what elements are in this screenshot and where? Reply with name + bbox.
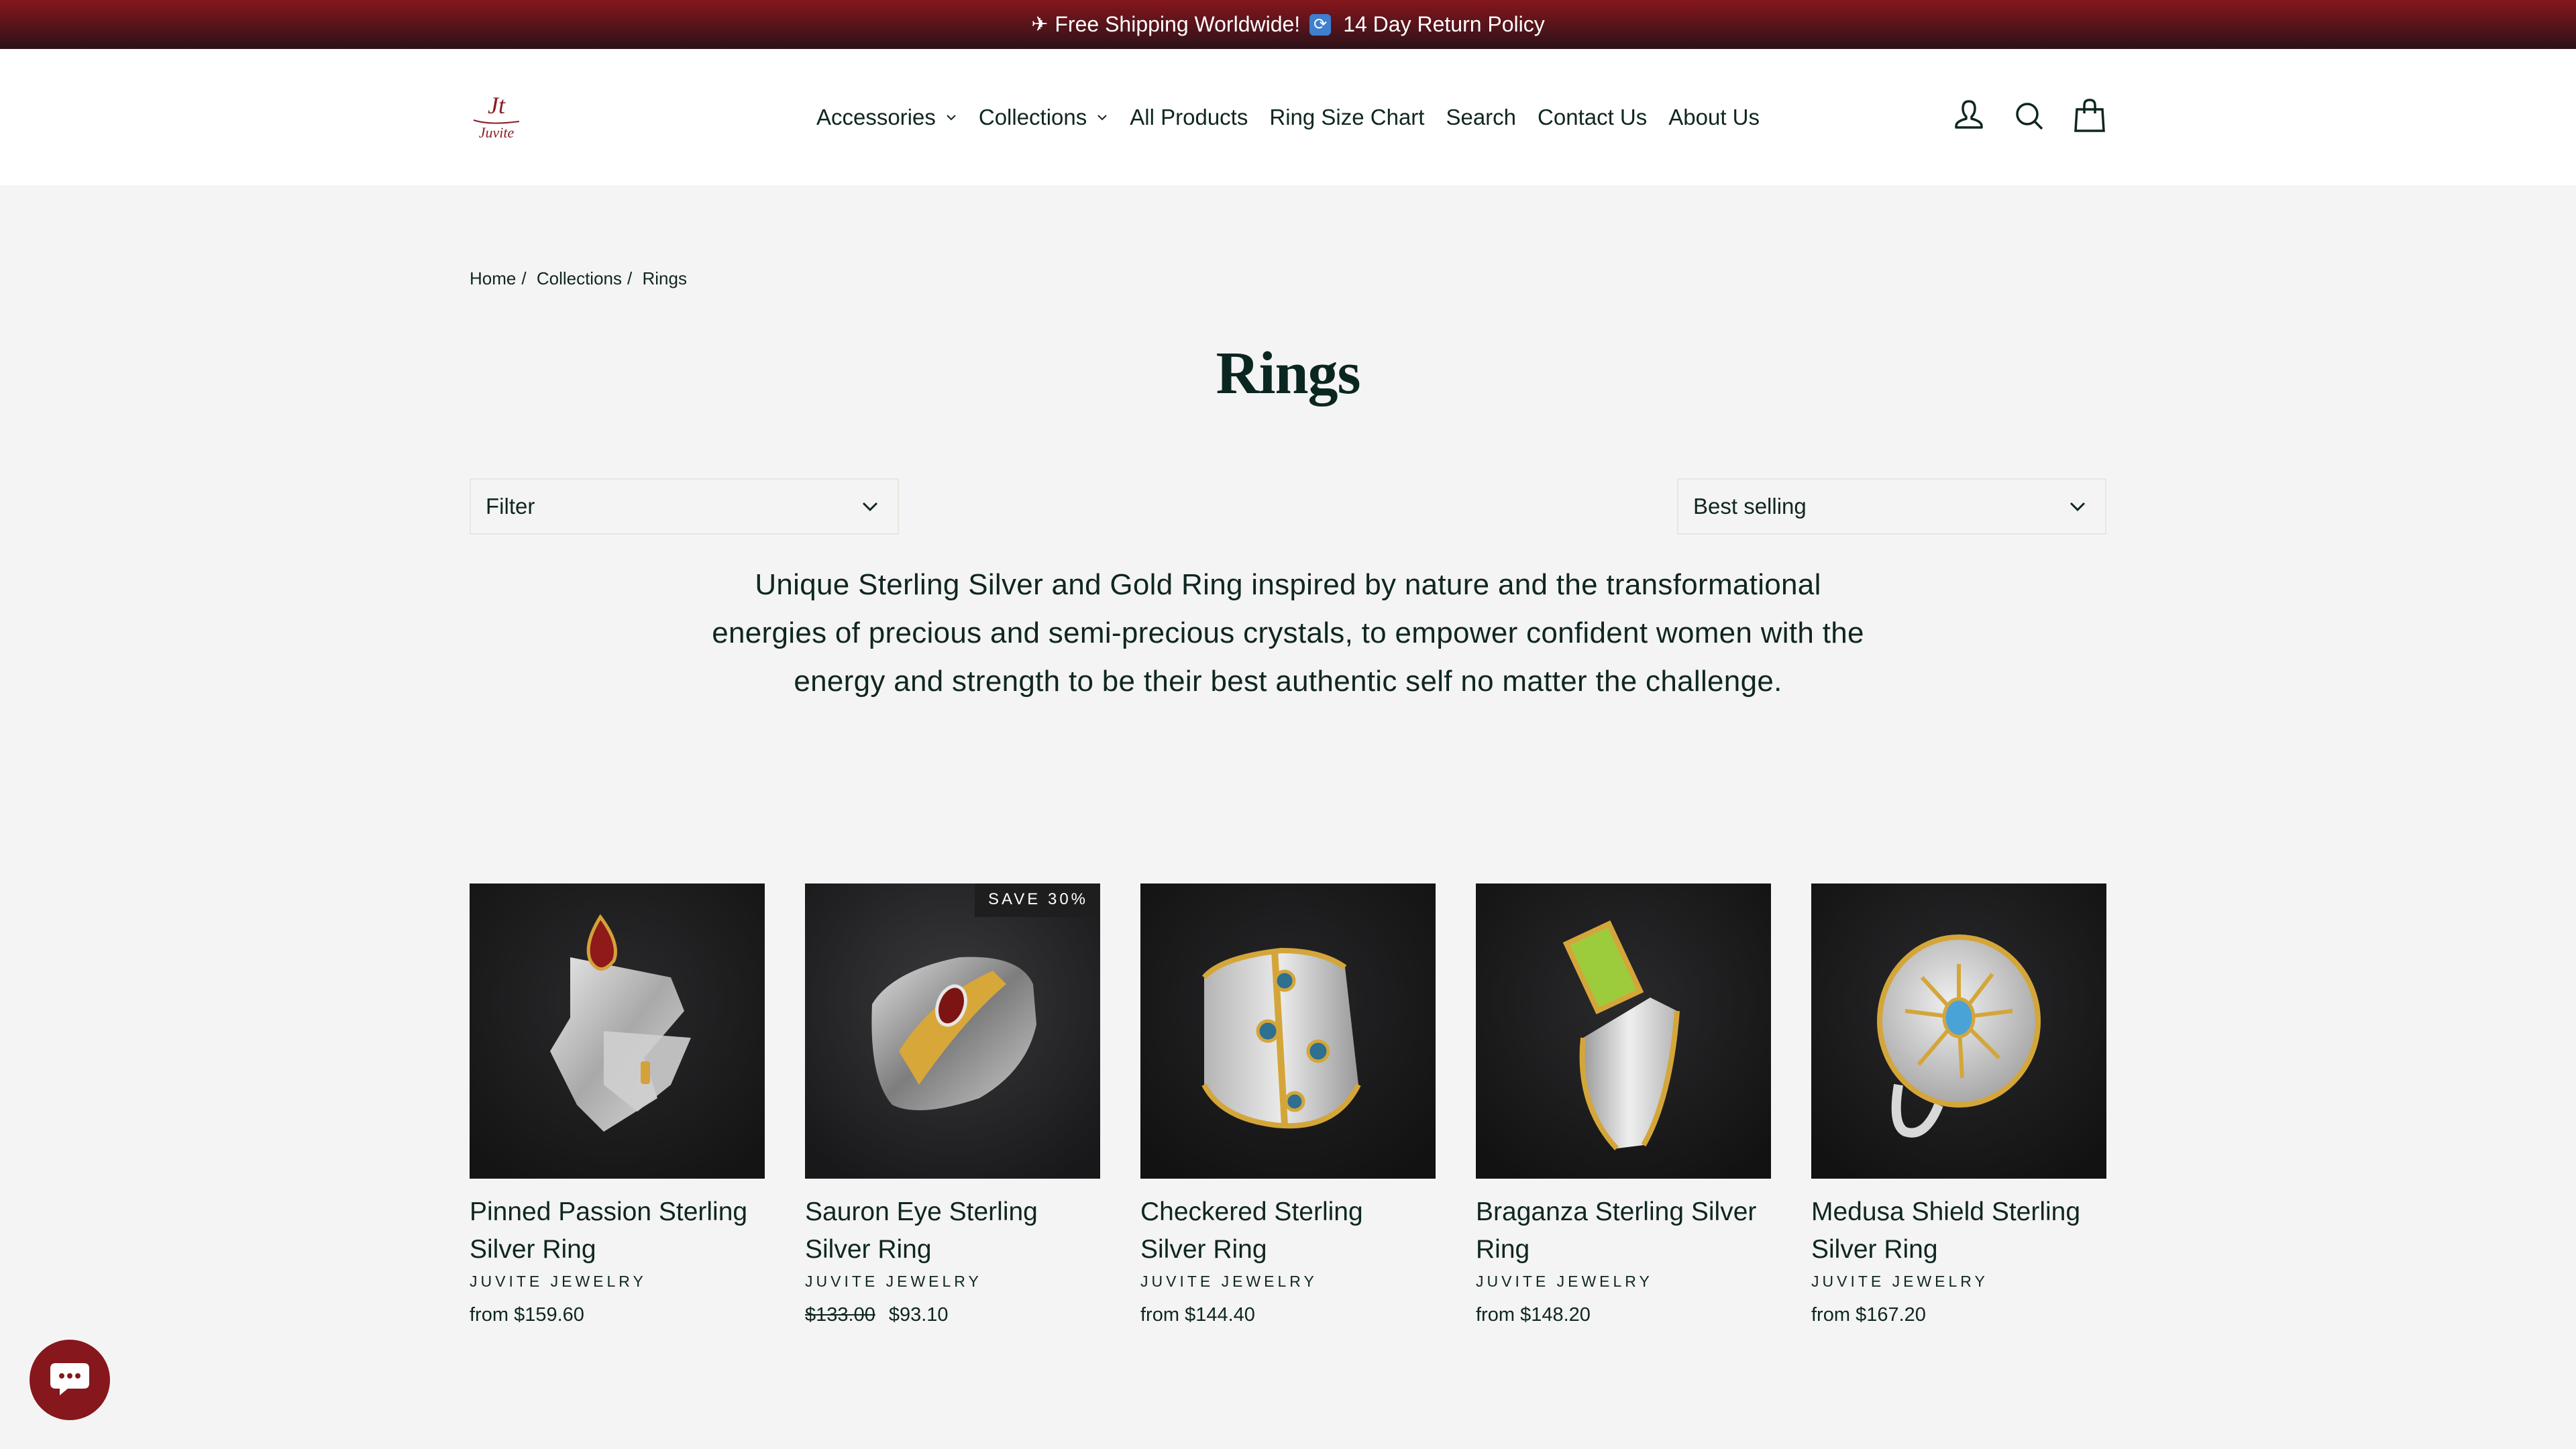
nav-label: Accessories: [816, 104, 936, 129]
chevron-down-icon: [1097, 114, 1107, 120]
breadcrumb-home[interactable]: Home: [470, 268, 516, 288]
account-icon[interactable]: [1952, 97, 1986, 135]
product-price: $133.00 $93.10: [805, 1304, 1100, 1326]
announcement-bar: ✈ Free Shipping Worldwide! ⟳ 14 Day Retu…: [0, 0, 2576, 49]
product-vendor: JUVITE JEWELRY: [1476, 1273, 1653, 1290]
chevron-down-icon: [947, 114, 956, 120]
breadcrumb: Home / Collections / Rings: [470, 268, 692, 289]
nav-ring-size-chart[interactable]: Ring Size Chart: [1269, 105, 1424, 130]
product-title[interactable]: Braganza Sterling Silver Ring: [1476, 1193, 1771, 1269]
product-card[interactable]: Medusa Shield Sterling Silver Ring JUVIT…: [1811, 883, 2106, 1326]
breadcrumb-current: Rings: [642, 268, 687, 288]
nav-all-products[interactable]: All Products: [1130, 105, 1248, 130]
filter-label: Filter: [486, 494, 535, 519]
product-image[interactable]: [1140, 883, 1436, 1179]
nav-accessories[interactable]: Accessories: [816, 105, 957, 130]
product-card[interactable]: Pinned Passion Sterling Silver Ring JUVI…: [470, 883, 765, 1326]
chevron-down-icon: [2070, 502, 2086, 512]
shipping-text: Free Shipping Worldwide!: [1055, 12, 1301, 36]
product-image[interactable]: [1476, 883, 1771, 1179]
nav-label: Contact Us: [1538, 104, 1648, 129]
price-prefix: from: [1811, 1304, 1850, 1326]
product-vendor: JUVITE JEWELRY: [1140, 1273, 1318, 1290]
price-value: $167.20: [1856, 1304, 1926, 1326]
price-value: $159.60: [514, 1304, 584, 1326]
product-price: from $148.20: [1476, 1304, 1771, 1326]
price-value: $93.10: [888, 1304, 949, 1326]
product-price: from $167.20: [1811, 1304, 2106, 1326]
filter-dropdown[interactable]: Filter: [470, 478, 899, 535]
price-prefix: from: [1140, 1304, 1179, 1326]
return-policy-text: 14 Day Return Policy: [1343, 12, 1545, 36]
price-value: $148.20: [1520, 1304, 1591, 1326]
compare-price: $133.00: [805, 1304, 875, 1326]
product-title[interactable]: Medusa Shield Sterling Silver Ring: [1811, 1193, 2106, 1269]
nav-label: All Products: [1130, 104, 1248, 129]
price-prefix: from: [470, 1304, 508, 1326]
product-vendor: JUVITE JEWELRY: [1811, 1273, 1988, 1290]
product-title[interactable]: Pinned Passion Sterling Silver Ring: [470, 1193, 765, 1269]
breadcrumb-separator: /: [521, 268, 527, 288]
sort-value: Best selling: [1693, 494, 1807, 519]
nav-label: Ring Size Chart: [1269, 104, 1425, 129]
collection-description: Unique Sterling Silver and Gold Ring ins…: [712, 568, 1864, 698]
product-image[interactable]: [1811, 883, 2106, 1179]
page-title: Rings: [1216, 340, 1360, 407]
product-card[interactable]: Checkered Sterling Silver Ring JUVITE JE…: [1140, 883, 1436, 1326]
product-title[interactable]: Sauron Eye Sterling Silver Ring: [805, 1193, 1100, 1269]
sync-arrows-icon: ⟳: [1309, 13, 1332, 36]
sale-badge: SAVE 30%: [975, 883, 1100, 917]
product-title[interactable]: Checkered Sterling Silver Ring: [1140, 1193, 1436, 1269]
product-image[interactable]: [470, 883, 765, 1179]
search-icon[interactable]: [2012, 97, 2046, 135]
nav-label: About Us: [1668, 104, 1760, 129]
product-price: from $159.60: [470, 1304, 765, 1326]
nav-label: Search: [1446, 104, 1517, 129]
breadcrumb-separator: /: [627, 268, 633, 288]
chat-bubble-icon: [50, 1363, 89, 1395]
main-nav: Accessories Collections All Products Rin…: [0, 49, 2576, 185]
product-vendor: JUVITE JEWELRY: [470, 1273, 647, 1290]
product-price: from $144.40: [1140, 1304, 1436, 1326]
price-prefix: from: [1476, 1304, 1515, 1326]
nav-collections[interactable]: Collections: [979, 105, 1108, 130]
product-grid: Pinned Passion Sterling Silver Ring JUVI…: [470, 883, 2106, 1326]
site-header: Jt Juvite Accessories Collections All Pr…: [0, 49, 2576, 185]
sort-dropdown[interactable]: Best selling: [1677, 478, 2106, 535]
airplane-icon: ✈: [1031, 13, 1049, 36]
product-card[interactable]: Braganza Sterling Silver Ring JUVITE JEW…: [1476, 883, 1771, 1326]
breadcrumb-collections[interactable]: Collections: [537, 268, 622, 288]
product-vendor: JUVITE JEWELRY: [805, 1273, 982, 1290]
header-icons: [1952, 97, 2106, 135]
nav-about-us[interactable]: About Us: [1668, 105, 1760, 130]
product-image[interactable]: SAVE 30%: [805, 883, 1100, 1179]
chevron-down-icon: [862, 502, 878, 512]
product-card[interactable]: SAVE 30% Sauron Eye Sterling Silver Ring…: [805, 883, 1100, 1326]
chat-button[interactable]: [30, 1340, 110, 1420]
cart-icon[interactable]: [2073, 97, 2106, 135]
nav-contact-us[interactable]: Contact Us: [1538, 105, 1647, 130]
nav-search[interactable]: Search: [1446, 105, 1516, 130]
nav-label: Collections: [978, 104, 1087, 129]
price-value: $144.40: [1185, 1304, 1255, 1326]
